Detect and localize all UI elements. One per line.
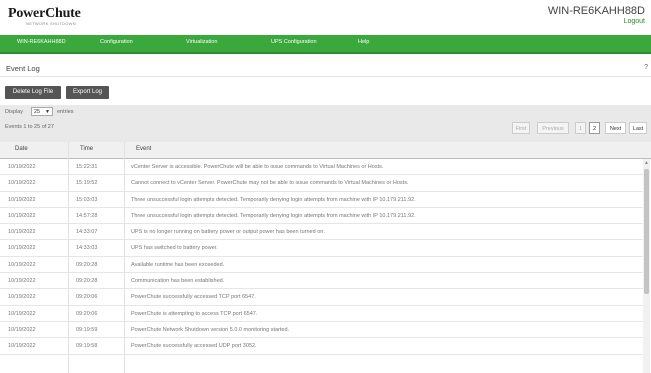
time-cell: 09:20:06 xyxy=(76,310,98,317)
time-cell: 09:20:28 xyxy=(76,261,98,268)
pager-next[interactable]: Next xyxy=(605,122,626,134)
main-nav: WIN-RE6KAHH88D Configuration Virtualizat… xyxy=(0,35,651,54)
page-size-select[interactable]: 25 ▼ xyxy=(31,107,53,116)
powerchute-logo[interactable]: PowerChute NETWORK SHUTDOWN xyxy=(8,6,81,26)
table-row: 10/19/2022 15:03:03 Three unsuccessful log… xyxy=(0,192,643,208)
date-cell: 10/19/2022 xyxy=(8,229,36,236)
table-info: Events 1 to 25 of 27 xyxy=(5,124,54,130)
table-row: 10/19/2022 09:20:28 Communication has been… xyxy=(0,273,643,290)
time-cell: 14:57:28 xyxy=(76,212,98,219)
entries-label: entries xyxy=(57,109,74,115)
date-cell: 10/19/2022 xyxy=(8,164,36,170)
pager-previous[interactable]: Previous xyxy=(537,122,569,134)
table-row: 10/19/2022 14:33:03 UPS has switched to ba… xyxy=(0,240,643,257)
table-controls: Display 25 ▼ entries Events 1 to 25 of 2… xyxy=(0,105,651,142)
time-cell: 15:22:31 xyxy=(76,164,98,170)
nav-item-virtualization[interactable]: Virtualization xyxy=(186,39,217,45)
nav-item-host[interactable]: WIN-RE6KAHH88D xyxy=(17,39,66,45)
table-row: 10/19/2022 09:20:28 Available runtime has … xyxy=(0,257,643,274)
time-cell: 14:33:07 xyxy=(76,229,98,236)
date-cell: 10/19/2022 xyxy=(8,326,36,333)
event-cell: PowerChute Network Shutdown version 5.0.… xyxy=(131,326,290,333)
event-cell: vCenter Server is accessible. PowerChute… xyxy=(131,164,384,170)
table-row: 10/19/2022 14:33:07 UPS is no longer runni… xyxy=(0,224,643,241)
logout-link[interactable]: Logout xyxy=(624,18,645,25)
time-cell: 09:19:59 xyxy=(76,326,98,333)
table-header: Date Time Event xyxy=(0,142,651,159)
event-cell: Communication has been established. xyxy=(131,278,225,285)
nav-item-ups-configuration[interactable]: UPS Configuration xyxy=(271,39,317,45)
event-cell: PowerChute is attempting to access TCP p… xyxy=(131,310,258,317)
event-cell: Three unsuccessful login attempts detect… xyxy=(131,196,416,203)
scroll-up-icon[interactable]: ▲ xyxy=(644,160,649,166)
pager-first[interactable]: First xyxy=(512,122,530,134)
table-row: 10/19/2022 15:19:52 Cannot connect to vCen… xyxy=(0,175,643,192)
event-table-body: 10/19/2022 15:22:31 vCenter Server is acce… xyxy=(0,159,643,355)
time-cell: 09:20:28 xyxy=(76,278,98,285)
table-row: 10/19/2022 09:20:06 PowerChute is attempti… xyxy=(0,306,643,322)
event-cell: PowerChute successfully accessed TCP por… xyxy=(131,294,256,301)
display-label: Display xyxy=(5,109,24,115)
hostname: WIN-RE6KAHH88D xyxy=(547,5,645,17)
date-cell: 10/19/2022 xyxy=(8,261,36,268)
time-cell: 15:03:03 xyxy=(76,196,98,203)
page-title-row: Event Log ? xyxy=(0,62,651,77)
event-cell: Available runtime has been exceeded. xyxy=(131,261,225,268)
table-row: 10/19/2022 09:19:59 PowerChute Network Shu… xyxy=(0,322,643,339)
time-cell: 14:33:03 xyxy=(76,245,98,252)
event-cell: PowerChute successfully accessed UDP por… xyxy=(131,343,257,350)
delete-log-button[interactable]: Delete Log File xyxy=(5,86,61,99)
event-cell: Cannot connect to vCenter Server. PowerC… xyxy=(131,180,409,187)
export-log-button[interactable]: Export Log xyxy=(66,86,109,99)
column-header-date[interactable]: Date xyxy=(15,146,28,152)
date-cell: 10/19/2022 xyxy=(8,310,36,317)
page-title: Event Log xyxy=(6,64,40,73)
pager-page-2[interactable]: 2 xyxy=(589,122,600,134)
pager-last[interactable]: Last xyxy=(629,122,647,134)
column-header-event[interactable]: Event xyxy=(136,146,151,152)
date-cell: 10/19/2022 xyxy=(8,294,36,301)
date-cell: 10/19/2022 xyxy=(8,180,36,187)
chevron-down-icon: ▼ xyxy=(45,109,50,115)
event-cell: UPS has switched to battery power. xyxy=(131,245,218,252)
table-row: 10/19/2022 09:19:58 PowerChute successfull… xyxy=(0,338,643,355)
event-cell: Three unsuccessful login attempts detect… xyxy=(131,212,416,219)
date-cell: 10/19/2022 xyxy=(8,245,36,252)
table-row: 10/19/2022 15:22:31 vCenter Server is acce… xyxy=(0,159,643,176)
nav-item-configuration[interactable]: Configuration xyxy=(100,39,133,45)
scrollbar-thumb[interactable] xyxy=(644,169,649,294)
table-row: 10/19/2022 14:57:28 Three unsuccessful log… xyxy=(0,208,643,225)
pager-page-1[interactable]: 1 xyxy=(575,122,586,134)
app-header: PowerChute NETWORK SHUTDOWN WIN-RE6KAHH8… xyxy=(0,0,651,34)
date-cell: 10/19/2022 xyxy=(8,196,36,203)
help-icon[interactable]: ? xyxy=(644,64,648,71)
column-header-time[interactable]: Time xyxy=(80,146,93,152)
date-cell: 10/19/2022 xyxy=(8,212,36,219)
table-row: 10/19/2022 09:20:06 PowerChute successfull… xyxy=(0,289,643,306)
logo-tagline: NETWORK SHUTDOWN xyxy=(26,21,76,26)
event-cell: UPS is no longer running on battery powe… xyxy=(131,229,325,236)
time-cell: 09:19:58 xyxy=(76,343,98,350)
logo-text: PowerChute xyxy=(8,6,81,21)
date-cell: 10/19/2022 xyxy=(8,343,36,350)
table-scrollbar[interactable]: ▲ xyxy=(643,159,650,373)
time-cell: 15:19:52 xyxy=(76,180,98,187)
time-cell: 09:20:06 xyxy=(76,294,98,301)
nav-item-help[interactable]: Help xyxy=(358,39,369,45)
date-cell: 10/19/2022 xyxy=(8,278,36,285)
page-size-value: 25 xyxy=(34,109,41,115)
